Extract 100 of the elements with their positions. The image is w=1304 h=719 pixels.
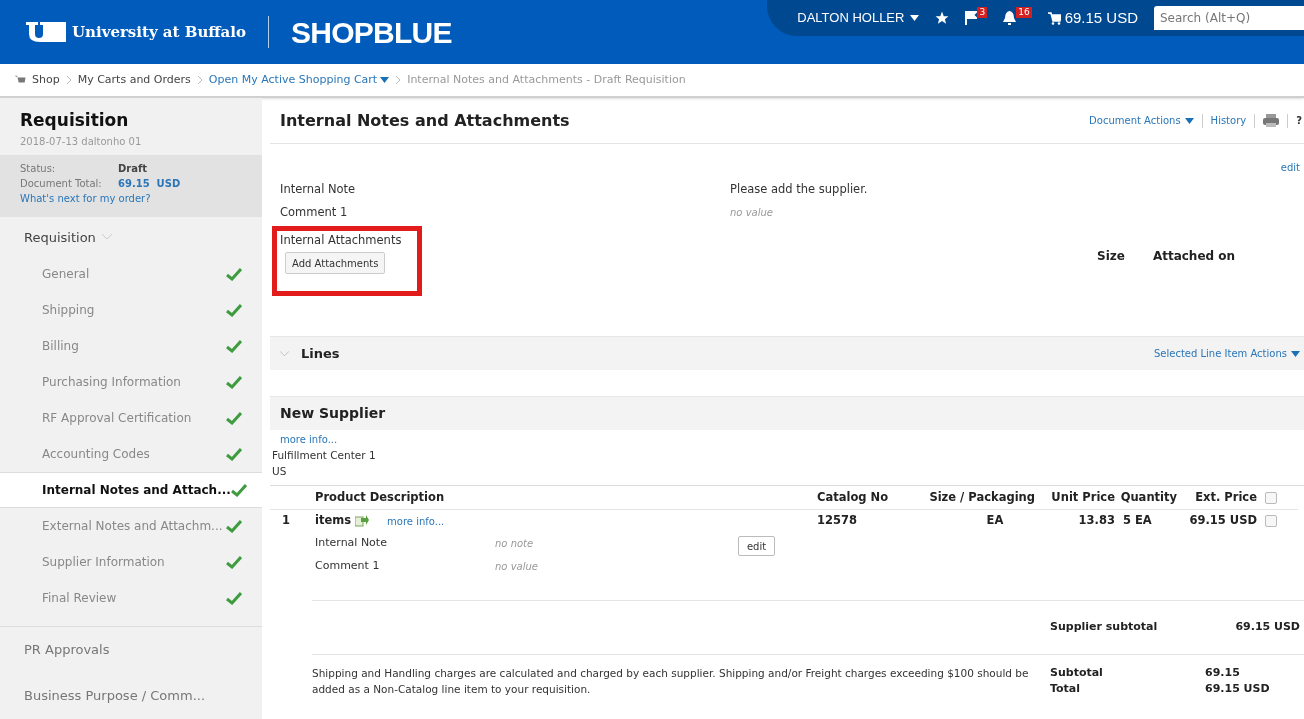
column-header: Product Description xyxy=(315,488,446,506)
table-cell-text: 12578 xyxy=(817,512,858,530)
chevron-down-icon xyxy=(101,234,112,241)
more-info-link[interactable]: more info... xyxy=(272,430,1304,447)
table-cell-text: 13.83 xyxy=(1077,512,1115,530)
column-header: Attached on xyxy=(1152,248,1236,265)
column-header: Ext. Price xyxy=(1194,488,1257,506)
item-name[interactable]: items xyxy=(315,512,352,530)
total-value: 69.15 USD xyxy=(118,176,181,191)
note-value: no note xyxy=(495,537,534,551)
sidebar-item[interactable]: Accounting Codes xyxy=(0,436,262,472)
cart-icon[interactable] xyxy=(1047,11,1061,25)
supplier-address: Fulfillment Center 1 xyxy=(272,448,377,463)
row-checkbox[interactable] xyxy=(1265,515,1277,527)
sidebar-item[interactable]: Internal Notes and Attach... xyxy=(0,472,262,508)
breadcrumb-link[interactable]: My Carts and Orders xyxy=(77,71,191,89)
checkmark-icon xyxy=(230,483,247,497)
sidebar-item[interactable]: Billing xyxy=(0,328,262,364)
chevron-right-icon xyxy=(395,75,402,85)
sidebar-section[interactable]: PR Approvals xyxy=(0,627,262,673)
sidebar-item[interactable]: External Notes and Attachm... xyxy=(0,508,262,544)
edit-link[interactable]: edit xyxy=(1280,160,1300,178)
cart-icon xyxy=(14,74,26,86)
edit-button[interactable]: edit xyxy=(737,536,776,556)
sidebar-title: Requisition xyxy=(20,109,130,132)
note-label: Internal Note xyxy=(315,535,388,552)
breadcrumb-link[interactable]: Open My Active Shopping Cart xyxy=(208,71,390,89)
caret-icon xyxy=(1184,117,1194,124)
checkmark-icon xyxy=(226,591,242,605)
supplier-subtotal: 69.15 USD xyxy=(1234,619,1300,636)
caret-icon xyxy=(380,77,390,83)
sidebar-section[interactable]: Business Purpose / Comm... xyxy=(0,673,262,719)
more-info-link[interactable]: more info... xyxy=(387,513,445,529)
checkmark-icon xyxy=(226,555,242,569)
column-header: Size xyxy=(1097,248,1125,265)
sidebar-item[interactable]: Final Review xyxy=(0,580,262,616)
checkmark-icon xyxy=(226,411,242,425)
help-link[interactable]: ? xyxy=(1296,113,1304,128)
page-title: Internal Notes and Attachments xyxy=(280,109,570,132)
notification-badge: 16 xyxy=(1016,7,1032,18)
sidebar-item[interactable]: Purchasing Information xyxy=(0,364,262,400)
caret-icon xyxy=(910,15,920,21)
add-attachments-button[interactable]: Add Attachments xyxy=(285,252,386,275)
university-name: University at Buffalo xyxy=(72,21,247,43)
column-header: Catalog No xyxy=(817,488,890,506)
total-value: 69.15 USD xyxy=(1205,681,1271,697)
shipping-note: Shipping and Handling charges are calculated and charged by each supplier. Shipping and/or Freight charges exceeding $100 should be added as a Non-Catalog line item to your requisition. xyxy=(312,666,1030,697)
breadcrumb-link[interactable]: Shop xyxy=(32,71,60,89)
print-icon[interactable] xyxy=(1263,114,1280,127)
chevron-right-icon xyxy=(196,75,203,85)
history-link[interactable]: History xyxy=(1210,113,1247,128)
checkmark-icon xyxy=(226,447,242,461)
select-all-checkbox[interactable] xyxy=(1265,491,1277,504)
section-title: Lines xyxy=(301,344,340,363)
line-actions-menu[interactable]: Selected Line Item Actions xyxy=(1153,346,1300,361)
flag-icon[interactable] xyxy=(965,11,978,25)
table-cell-text: 69.15 USD xyxy=(1188,512,1257,530)
column-header: Quantity xyxy=(1119,488,1177,506)
supplier-name: New Supplier xyxy=(280,404,386,423)
note-arrow-icon[interactable] xyxy=(355,515,370,527)
supplier-address: US xyxy=(272,464,288,479)
checkmark-icon xyxy=(226,303,242,317)
sidebar-item[interactable]: Supplier Information xyxy=(0,544,262,580)
requisition-name: 2018-07-13 daltonho 01 xyxy=(20,134,143,149)
field-value: no value xyxy=(730,206,773,220)
total-label: Total xyxy=(1050,681,1082,697)
line-number: 1 xyxy=(281,512,291,530)
sidebar-item[interactable]: RF Approval Certification xyxy=(0,400,262,436)
next-steps-link[interactable]: What's next for my order? xyxy=(20,192,151,204)
search-field[interactable]: Search (Alt+Q) xyxy=(1154,6,1304,30)
bell-icon[interactable] xyxy=(1003,11,1017,25)
document-actions-menu[interactable]: Document Actions xyxy=(1089,113,1194,128)
total-label: Subtotal xyxy=(1050,665,1104,681)
star-icon[interactable] xyxy=(935,11,950,25)
column-header: Unit Price xyxy=(1050,488,1115,506)
supplier-subtotal-label: Supplier subtotal xyxy=(1050,619,1159,636)
field-value: Please add the supplier. xyxy=(730,180,868,198)
checkmark-icon xyxy=(226,519,242,533)
column-header: Size / Packaging xyxy=(928,488,1035,506)
cart-total[interactable]: 69.15 USD xyxy=(1064,6,1138,30)
chevron-right-icon xyxy=(65,75,72,85)
checkmark-icon xyxy=(226,339,242,353)
note-value: no value xyxy=(495,560,538,574)
user-menu[interactable]: DALTON HOLLER xyxy=(797,8,920,28)
table-cell-text: EA xyxy=(985,512,1005,530)
field-label: Internal Note xyxy=(280,180,357,198)
university-logo-icon xyxy=(24,20,68,44)
checkmark-icon xyxy=(226,267,242,281)
sidebar-item[interactable]: Shipping xyxy=(0,292,262,328)
sidebar-item[interactable]: General xyxy=(0,256,262,292)
app-title: SHOPBLUE xyxy=(291,14,452,51)
status-value: Draft xyxy=(118,161,148,176)
status-label: Status: xyxy=(20,161,57,176)
field-label: Comment 1 xyxy=(280,203,349,221)
breadcrumb-current: Internal Notes and Attachments - Draft Requisition xyxy=(407,71,686,88)
total-label: Document Total: xyxy=(20,176,103,191)
notification-badge: 3 xyxy=(977,7,988,18)
total-value: 69.15 xyxy=(1205,665,1241,681)
attachments-label: Internal Attachments xyxy=(280,232,403,249)
section-heading[interactable]: Requisition xyxy=(24,227,96,248)
